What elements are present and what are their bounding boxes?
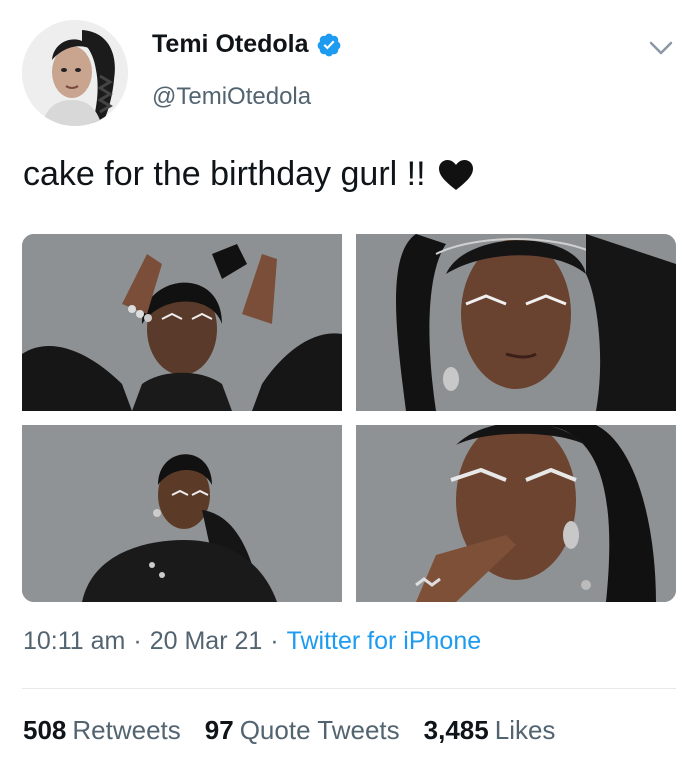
tweet-stats: 508 Retweets 97 Quote Tweets 3,485 Likes <box>23 715 579 746</box>
likes-label: Likes <box>494 715 556 745</box>
retweets-stat[interactable]: 508 Retweets <box>23 715 181 746</box>
quote-tweets-count: 97 <box>204 715 234 745</box>
black-heart-icon <box>438 159 473 190</box>
likes-stat[interactable]: 3,485 Likes <box>424 715 556 746</box>
media-grid <box>22 234 676 602</box>
photo-4[interactable] <box>356 425 676 602</box>
tweet-meta: 10:11 am · 20 Mar 21 · Twitter for iPhon… <box>23 627 481 656</box>
divider <box>22 688 676 689</box>
author-name-row[interactable]: Temi Otedola <box>152 30 342 59</box>
quote-tweets-stat[interactable]: 97 Quote Tweets <box>205 715 400 746</box>
tweet-text: cake for the birthday gurl !! <box>23 155 474 194</box>
tweet-source-link[interactable]: Twitter for iPhone <box>287 627 482 656</box>
photo-1[interactable] <box>22 234 342 411</box>
retweets-label: Retweets <box>72 715 181 745</box>
photo-3[interactable] <box>22 425 342 602</box>
photo-2[interactable] <box>356 234 676 411</box>
chevron-down-icon[interactable] <box>648 38 674 58</box>
meta-separator: · <box>133 627 142 655</box>
meta-separator: · <box>270 627 279 655</box>
avatar-image <box>22 20 128 126</box>
tweet-time[interactable]: 10:11 am <box>23 627 125 656</box>
verified-badge-icon <box>317 33 340 56</box>
avatar[interactable] <box>22 20 128 126</box>
retweets-count: 508 <box>23 715 67 745</box>
quote-tweets-label: Quote Tweets <box>239 715 400 745</box>
likes-count: 3,485 <box>423 715 489 745</box>
tweet-body: cake for the birthday gurl !! <box>23 155 426 193</box>
author-handle[interactable]: @TemiOtedola <box>152 83 311 111</box>
tweet-date[interactable]: 20 Mar 21 <box>150 627 263 656</box>
author-name[interactable]: Temi Otedola <box>152 30 309 59</box>
